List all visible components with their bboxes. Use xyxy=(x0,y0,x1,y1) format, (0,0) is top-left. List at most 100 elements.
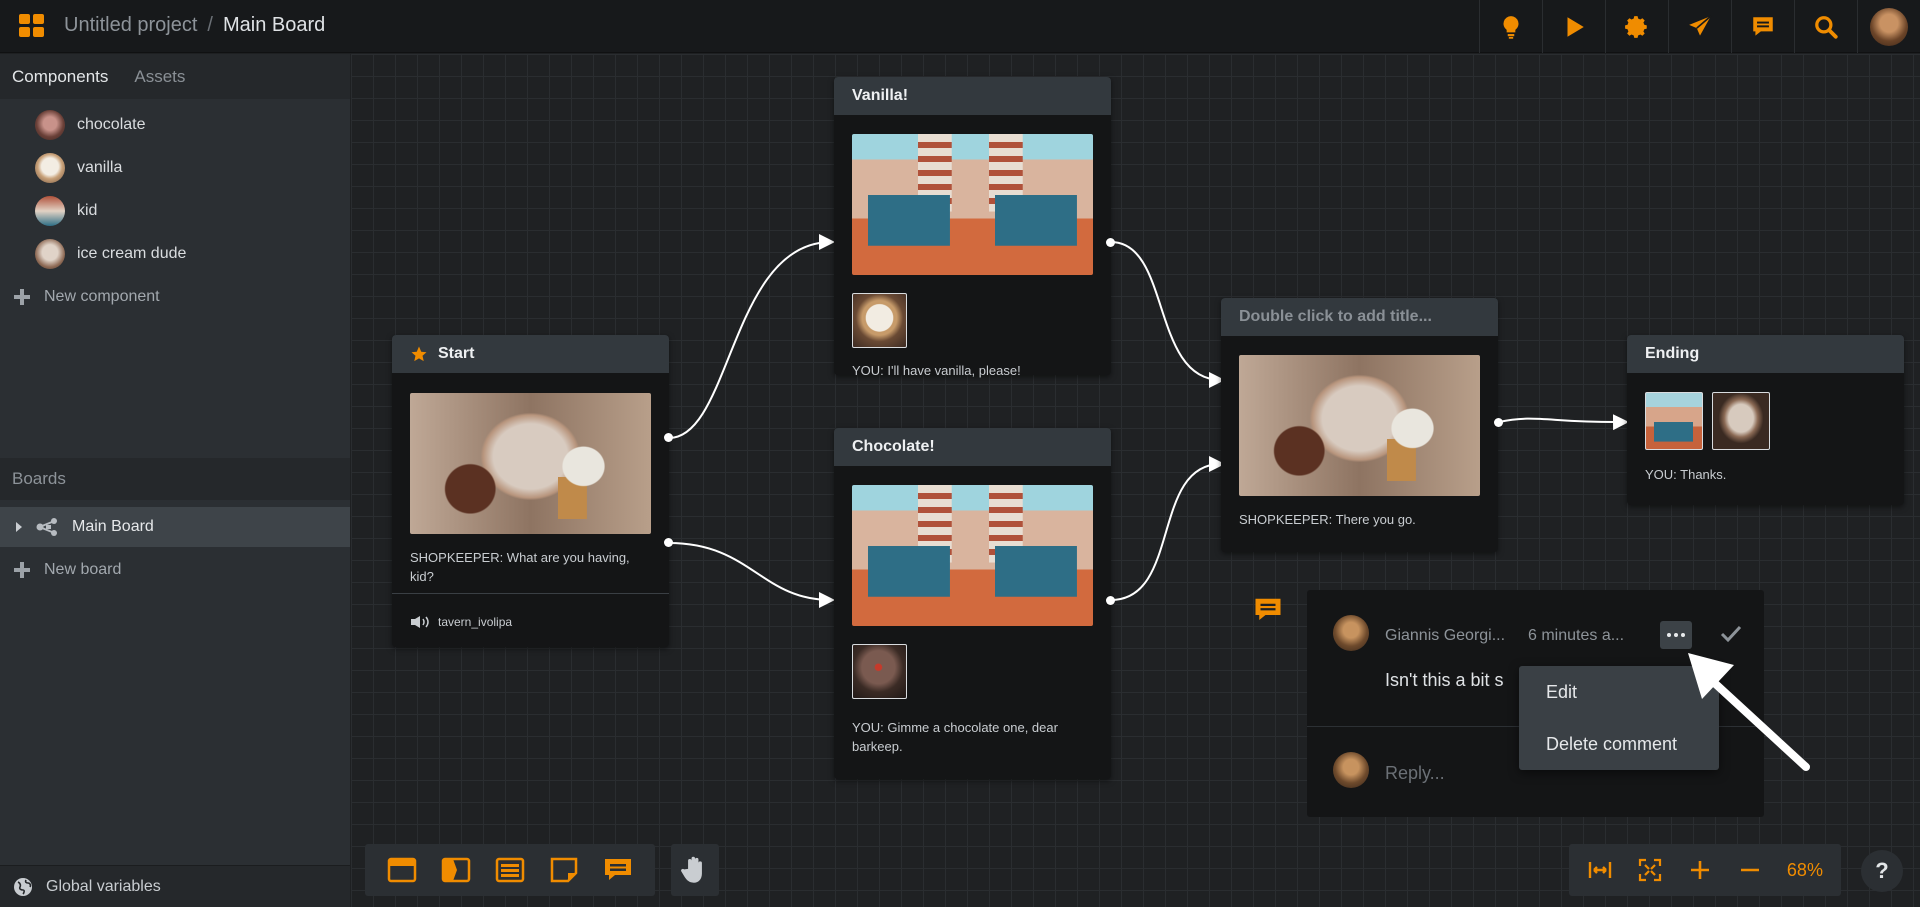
node-chocolate[interactable]: Chocolate! YOU: Gimme a chocolate one, d… xyxy=(834,428,1115,779)
output-port[interactable] xyxy=(1494,418,1503,427)
breadcrumb-project[interactable]: Untitled project xyxy=(64,14,197,37)
node-vanilla[interactable]: Vanilla! YOU: I'll have vanilla, please! xyxy=(834,77,1115,378)
character-thumbnail xyxy=(1712,392,1770,450)
more-options-button[interactable] xyxy=(1660,621,1692,649)
help-button[interactable]: ? xyxy=(1861,850,1903,892)
dot xyxy=(1667,633,1671,637)
output-port[interactable] xyxy=(1106,238,1115,247)
output-port[interactable] xyxy=(664,433,673,442)
component-item-kid[interactable]: kid xyxy=(0,189,350,232)
star-icon xyxy=(411,346,427,362)
global-variables-button[interactable]: Global variables xyxy=(0,865,350,907)
play-icon xyxy=(1567,16,1584,37)
zoom-in-icon[interactable] xyxy=(1687,857,1713,883)
zoom-controls: 68% xyxy=(1569,844,1841,896)
link-middle-ending xyxy=(1498,414,1629,431)
user-menu-button[interactable] xyxy=(1857,0,1920,53)
reply-avatar xyxy=(1333,752,1369,788)
component-item-ice-cream-dude[interactable]: ice cream dude xyxy=(0,232,350,275)
node-divider xyxy=(392,593,669,594)
search-button[interactable] xyxy=(1794,0,1857,53)
dot xyxy=(1674,633,1678,637)
breadcrumb-separator: / xyxy=(207,14,213,36)
comment-body: Isn't this a bit s xyxy=(1385,670,1504,690)
reply-input[interactable]: Reply... xyxy=(1385,763,1445,784)
node-title-placeholder[interactable]: Double click to add title... xyxy=(1239,308,1432,326)
zoom-out-icon[interactable] xyxy=(1737,857,1763,883)
link-start-vanilla xyxy=(668,234,835,439)
tab-assets[interactable]: Assets xyxy=(134,67,185,87)
sidebar: Components Assets chocolate vanilla kid … xyxy=(0,54,350,907)
breadcrumb: Untitled project / Main Board xyxy=(64,14,325,37)
sidebar-tabs: Components Assets xyxy=(0,54,350,99)
new-board-button[interactable]: New board xyxy=(0,548,350,591)
top-bar: Untitled project / Main Board xyxy=(0,0,1920,53)
note-icon[interactable] xyxy=(549,856,579,884)
board-tree-icon xyxy=(36,518,57,536)
lightbulb-button[interactable] xyxy=(1479,0,1542,53)
lightbulb-icon xyxy=(1503,15,1519,39)
publish-button[interactable] xyxy=(1668,0,1731,53)
avatar xyxy=(1870,7,1908,46)
node-text: YOU: Gimme a chocolate one, dear barkeep… xyxy=(852,720,1058,754)
link-start-chocolate xyxy=(668,542,835,608)
comment-icon[interactable] xyxy=(603,856,633,884)
play-button[interactable] xyxy=(1542,0,1605,53)
list-icon[interactable] xyxy=(495,856,525,884)
component-list: chocolate vanilla kid ice cream dude New… xyxy=(0,99,350,318)
comment-marker-icon[interactable] xyxy=(1252,595,1284,625)
new-board-row: New board xyxy=(0,548,350,591)
character-thumbnail xyxy=(852,644,907,699)
hand-icon xyxy=(681,856,702,883)
node-text: YOU: I'll have vanilla, please! xyxy=(852,363,1021,378)
output-port[interactable] xyxy=(664,538,673,547)
app-grid-icon[interactable] xyxy=(19,14,45,38)
tag-icon[interactable] xyxy=(441,856,471,884)
node-header: Start xyxy=(392,335,669,373)
fullscreen-icon[interactable] xyxy=(1637,857,1663,883)
send-icon xyxy=(1689,15,1712,36)
globe-icon xyxy=(14,877,32,896)
component-item-chocolate[interactable]: chocolate xyxy=(0,103,350,146)
node-header: Ending xyxy=(1627,335,1904,373)
sound-label: tavern_ivolipa xyxy=(438,615,513,629)
comment-time: 6 minutes a... xyxy=(1528,627,1625,644)
node-image xyxy=(410,393,651,534)
board-canvas[interactable]: Start SHOPKEEPER: What are you having, k… xyxy=(351,54,1920,907)
boards-header: Boards xyxy=(0,458,350,500)
resolve-check-icon[interactable] xyxy=(1720,625,1742,643)
link-vanilla-middle xyxy=(1110,241,1225,388)
pan-tool-button[interactable] xyxy=(671,844,719,896)
card-icon[interactable] xyxy=(387,856,417,884)
tab-components[interactable]: Components xyxy=(12,67,108,87)
comments-button[interactable] xyxy=(1731,0,1794,53)
new-component-button[interactable]: New component xyxy=(0,275,350,318)
component-item-vanilla[interactable]: vanilla xyxy=(0,146,350,189)
component-avatar xyxy=(35,238,65,269)
node-ending[interactable]: Ending YOU: Thanks. xyxy=(1627,335,1904,505)
settings-button[interactable] xyxy=(1605,0,1668,53)
fit-width-icon[interactable] xyxy=(1587,857,1613,883)
top-actions xyxy=(1479,0,1920,53)
board-item-main-board[interactable]: Main Board xyxy=(0,507,350,547)
node-text: SHOPKEEPER: What are you having, kid? xyxy=(410,550,630,584)
node-untitled[interactable]: Double click to add title... SHOPKEEPER:… xyxy=(1221,298,1503,552)
new-board-label: New board xyxy=(44,560,122,578)
node-image xyxy=(1239,355,1480,496)
zoom-level[interactable]: 68% xyxy=(1787,860,1823,881)
output-port[interactable] xyxy=(1106,596,1115,605)
node-image xyxy=(852,485,1093,626)
component-avatar xyxy=(35,109,65,140)
node-title: Vanilla! xyxy=(852,87,909,104)
annotation-arrow-icon xyxy=(1688,653,1810,771)
node-sound: tavern_ivolipa xyxy=(410,615,512,629)
node-start[interactable]: Start SHOPKEEPER: What are you having, k… xyxy=(392,335,673,647)
comment-author-avatar xyxy=(1333,615,1369,651)
link-chocolate-middle xyxy=(1110,456,1225,601)
comment-author: Giannis Georgi... xyxy=(1385,627,1506,644)
node-header: Chocolate! xyxy=(834,428,1111,466)
expand-caret-icon[interactable] xyxy=(14,521,24,533)
gear-icon xyxy=(1625,15,1647,38)
breadcrumb-board[interactable]: Main Board xyxy=(223,14,325,37)
dot xyxy=(1681,633,1685,637)
